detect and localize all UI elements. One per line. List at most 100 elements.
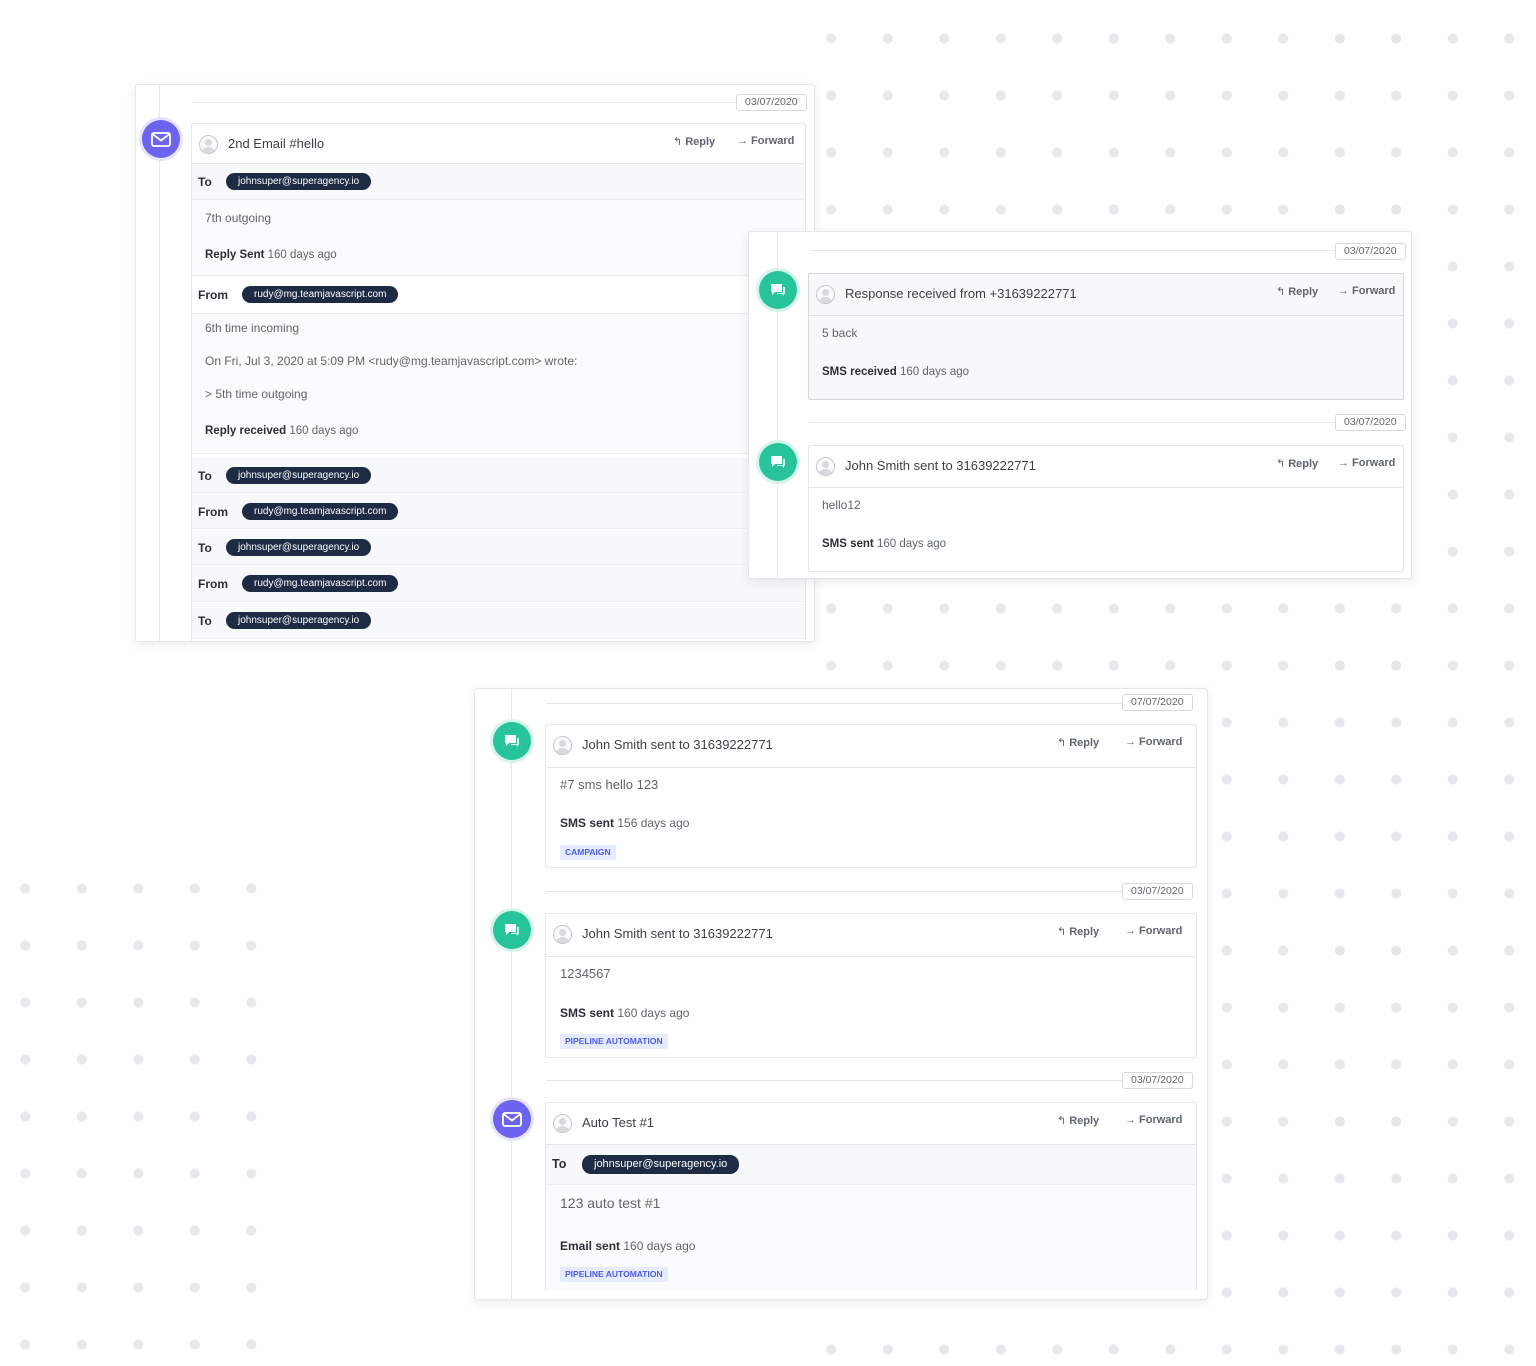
message-status: SMS sent 160 days ago bbox=[822, 538, 947, 550]
campaign-tag[interactable]: CAMPAIGN bbox=[560, 845, 616, 860]
sms-card-header: John Smith sent to 31639222771 ↰ Reply → F… bbox=[809, 446, 1403, 488]
reply-arrow-icon: ↰ bbox=[1057, 737, 1067, 749]
email-pill[interactable]: johnsuper@superagency.io bbox=[226, 539, 372, 556]
chat-bubble-icon bbox=[771, 284, 785, 296]
sms-card-header: John Smith sent to 31639222771 ↰ Reply → F… bbox=[546, 725, 1196, 768]
to-row: To johnsuper@superagency.io bbox=[192, 458, 805, 493]
to-row: To johnsuper@superagency.io bbox=[192, 530, 805, 565]
message-status: SMS sent 156 days ago bbox=[560, 816, 690, 830]
message-text: > 5th time outgoing bbox=[205, 387, 308, 401]
date-divider bbox=[546, 1080, 1124, 1081]
date-badge: 07/07/2020 bbox=[1122, 694, 1193, 711]
forward-button[interactable]: → Forward bbox=[1338, 457, 1395, 469]
reply-arrow-icon: ↰ bbox=[1057, 1115, 1067, 1127]
email-pill[interactable]: rudy@mg.teamjavascript.com bbox=[242, 503, 399, 520]
user-avatar-icon bbox=[199, 135, 218, 154]
message-body: 6th time incoming On Fri, Jul 3, 2020 at… bbox=[192, 314, 805, 454]
envelope-icon bbox=[502, 1111, 522, 1127]
user-avatar-icon bbox=[553, 925, 572, 944]
date-divider bbox=[546, 703, 1124, 704]
pipeline-tag[interactable]: PIPELINE AUTOMATION bbox=[560, 1267, 668, 1282]
date-divider bbox=[809, 422, 1337, 423]
date-badge: 03/07/2020 bbox=[1335, 243, 1406, 260]
reply-button[interactable]: ↰ Reply bbox=[1057, 736, 1099, 749]
forward-button[interactable]: → Forward bbox=[1125, 736, 1182, 748]
to-label: To bbox=[552, 1157, 567, 1171]
date-badge: 03/07/2020 bbox=[736, 94, 807, 111]
sms-avatar bbox=[493, 722, 531, 760]
forward-button[interactable]: → Forward bbox=[1338, 285, 1395, 297]
forward-button[interactable]: → Forward bbox=[737, 135, 794, 147]
message-status: SMS received 160 days ago bbox=[822, 366, 970, 378]
email-pill[interactable]: rudy@mg.teamjavascript.com bbox=[242, 575, 399, 592]
date-badge: 03/07/2020 bbox=[1122, 1072, 1193, 1089]
sms-avatar bbox=[493, 911, 531, 949]
message-status: SMS sent 160 days ago bbox=[560, 1006, 690, 1020]
reply-button[interactable]: ↰ Reply bbox=[1276, 285, 1318, 298]
forward-button[interactable]: → Forward bbox=[1125, 925, 1182, 937]
sms-card: John Smith sent to 31639222771 ↰ Reply → F… bbox=[545, 724, 1197, 868]
user-avatar-icon bbox=[816, 457, 835, 476]
email-pill[interactable]: johnsuper@superagency.io bbox=[582, 1155, 740, 1174]
reply-arrow-icon: ↰ bbox=[673, 136, 683, 148]
message-status: Reply received 160 days ago bbox=[205, 425, 359, 437]
timeline-line bbox=[159, 85, 160, 641]
forward-button[interactable]: → Forward bbox=[1125, 1114, 1182, 1126]
email-subject: Auto Test #1 bbox=[582, 1115, 655, 1130]
user-avatar-icon bbox=[553, 1114, 572, 1133]
message-text: 6th time incoming bbox=[205, 321, 300, 335]
email-pill[interactable]: rudy@mg.teamjavascript.com bbox=[242, 286, 399, 303]
user-avatar-icon bbox=[816, 285, 835, 304]
sms-subject: John Smith sent to 31639222771 bbox=[582, 737, 773, 752]
email-pill[interactable]: johnsuper@superagency.io bbox=[226, 612, 372, 629]
sms-card: John Smith sent to 31639222771 ↰ Reply → F… bbox=[545, 913, 1197, 1058]
to-row: To johnsuper@superagency.io bbox=[192, 164, 805, 200]
forward-arrow-icon: → bbox=[1125, 925, 1136, 937]
envelope-icon bbox=[151, 131, 171, 147]
sms-thread-panel: 03/07/2020 Response received from +31639… bbox=[748, 231, 1412, 579]
sms-avatar bbox=[759, 443, 797, 481]
pipeline-tag[interactable]: PIPELINE AUTOMATION bbox=[560, 1034, 668, 1049]
email-subject: 2nd Email #hello bbox=[228, 136, 325, 151]
email-pill[interactable]: johnsuper@superagency.io bbox=[226, 467, 372, 484]
to-row: To johnsuper@superagency.io bbox=[546, 1145, 1196, 1185]
chat-bubble-icon bbox=[505, 924, 519, 936]
from-label: From bbox=[198, 505, 228, 519]
sms-card: John Smith sent to 31639222771 ↰ Reply → F… bbox=[808, 445, 1404, 572]
to-label: To bbox=[198, 541, 212, 555]
message-body: 123 auto test #1 Email sent 160 days ago… bbox=[546, 1185, 1196, 1291]
conversation-panel: 07/07/2020 John Smith sent to 3163922277… bbox=[474, 688, 1208, 1300]
message-text: 123 auto test #1 bbox=[560, 1195, 661, 1211]
forward-arrow-icon: → bbox=[1338, 285, 1349, 297]
sms-card-header: John Smith sent to 31639222771 ↰ Reply → F… bbox=[546, 914, 1196, 957]
message-text: 7th outgoing bbox=[205, 211, 272, 225]
reply-button[interactable]: ↰ Reply bbox=[673, 135, 715, 148]
email-card: 2nd Email #hello ↰ Reply → Forward To john… bbox=[191, 123, 806, 641]
message-text: #7 sms hello 123 bbox=[560, 777, 659, 792]
chat-bubble-icon bbox=[771, 456, 785, 468]
reply-button[interactable]: ↰ Reply bbox=[1057, 925, 1099, 938]
message-status: Reply Sent 160 days ago bbox=[205, 249, 337, 261]
sms-subject: Response received from +31639222771 bbox=[845, 286, 1077, 301]
forward-arrow-icon: → bbox=[1125, 1114, 1136, 1126]
from-row: From rudy@mg.teamjavascript.com bbox=[192, 566, 805, 602]
forward-arrow-icon: → bbox=[1338, 457, 1349, 469]
from-row: From rudy@mg.teamjavascript.com bbox=[192, 276, 805, 314]
reply-button[interactable]: ↰ Reply bbox=[1057, 1114, 1099, 1127]
message-text: 5 back bbox=[822, 326, 858, 340]
email-avatar bbox=[493, 1100, 531, 1138]
to-label: To bbox=[198, 469, 212, 483]
email-avatar bbox=[142, 120, 180, 158]
reply-button[interactable]: ↰ Reply bbox=[1276, 457, 1318, 470]
user-avatar-icon bbox=[553, 736, 572, 755]
email-card: Auto Test #1 ↰ Reply → Forward To johnsupe… bbox=[545, 1102, 1197, 1291]
from-label: From bbox=[198, 288, 228, 302]
message-status: Email sent 160 days ago bbox=[560, 1239, 696, 1253]
timeline-line bbox=[511, 689, 512, 1299]
from-row: From rudy@mg.teamjavascript.com bbox=[192, 494, 805, 529]
email-thread-panel: 03/07/2020 2nd Email #hello ↰ Reply → Forw… bbox=[135, 84, 815, 642]
forward-arrow-icon: → bbox=[1125, 736, 1136, 748]
sms-subject: John Smith sent to 31639222771 bbox=[845, 458, 1036, 473]
reply-arrow-icon: ↰ bbox=[1057, 926, 1067, 938]
email-pill[interactable]: johnsuper@superagency.io bbox=[226, 173, 372, 190]
